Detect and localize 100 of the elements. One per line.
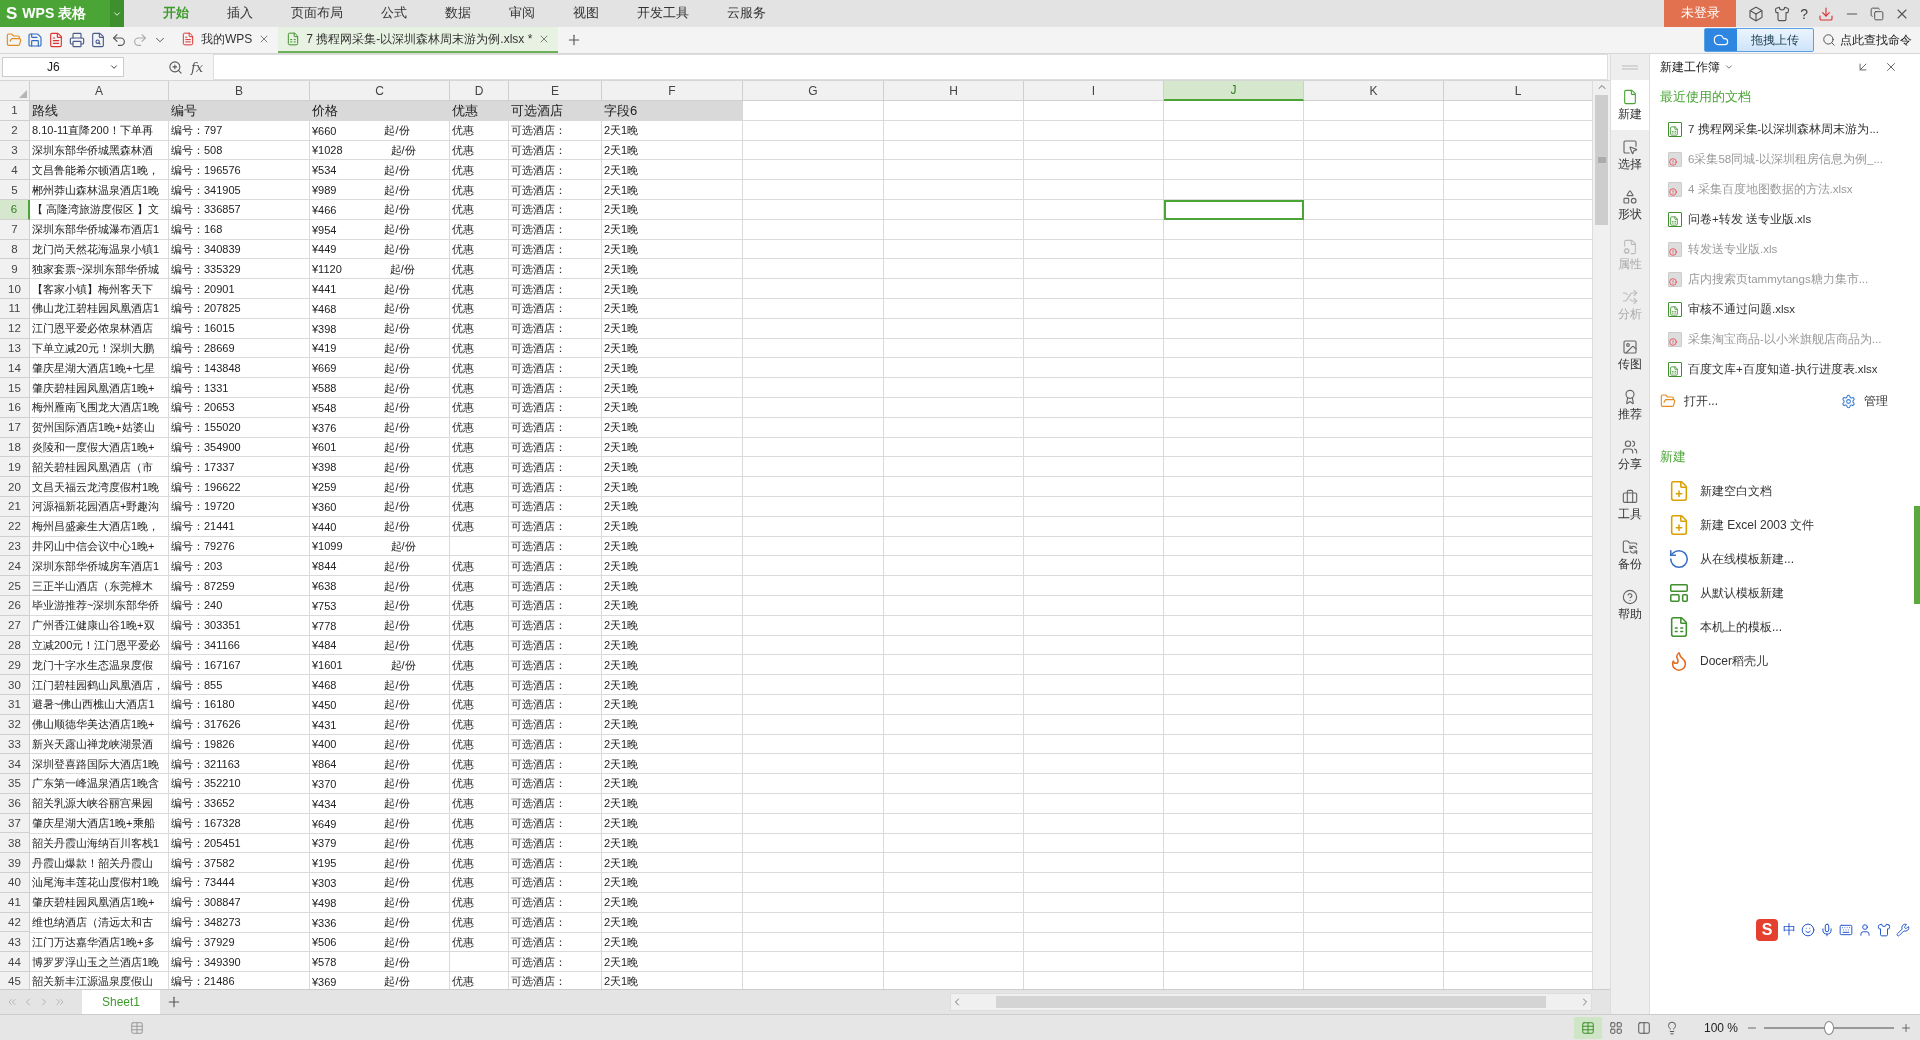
redo-icon[interactable] <box>132 32 148 48</box>
row-number[interactable]: 38 <box>0 833 30 854</box>
row-number[interactable]: 4 <box>0 160 30 181</box>
panel-title[interactable]: 新建工作簿 <box>1660 58 1720 76</box>
select-all-corner[interactable] <box>0 81 30 101</box>
row-number[interactable]: 23 <box>0 536 30 557</box>
open-link[interactable]: 打开... <box>1660 392 1718 410</box>
wrench-icon[interactable] <box>1896 923 1910 937</box>
folder-icon[interactable] <box>6 32 22 48</box>
normal-view-button[interactable] <box>1573 1016 1602 1039</box>
row-number[interactable]: 15 <box>0 378 30 398</box>
row-number[interactable]: 13 <box>0 338 30 359</box>
row-number[interactable]: 1 <box>0 101 30 121</box>
document-tab[interactable]: 我的WPS <box>173 27 279 53</box>
smile-icon[interactable] <box>1801 923 1815 937</box>
row-number[interactable]: 19 <box>0 457 30 478</box>
row-number[interactable]: 22 <box>0 516 30 537</box>
user-icon[interactable] <box>1858 923 1872 937</box>
row-number[interactable]: 12 <box>0 318 30 339</box>
row-number[interactable]: 42 <box>0 912 30 933</box>
side-tool[interactable]: 备份 <box>1611 530 1649 580</box>
column-header[interactable]: D <box>450 81 509 101</box>
row-number[interactable]: 32 <box>0 714 30 735</box>
row-number[interactable]: 31 <box>0 694 30 715</box>
row-number[interactable]: 29 <box>0 655 30 676</box>
row-number[interactable]: 8 <box>0 239 30 260</box>
formula-input[interactable] <box>213 54 1608 80</box>
column-header[interactable]: F <box>602 81 743 101</box>
row-number[interactable]: 14 <box>0 358 30 379</box>
row-number[interactable]: 45 <box>0 972 30 989</box>
ribbon-tab[interactable]: 审阅 <box>490 5 554 22</box>
recent-document[interactable]: 审核不通过问题.xlsx <box>1660 294 1908 324</box>
row-number[interactable]: 30 <box>0 675 30 695</box>
row-number[interactable]: 5 <box>0 180 30 200</box>
shirt-icon[interactable] <box>1877 923 1891 937</box>
sheet-tab[interactable]: Sheet1 <box>82 990 161 1014</box>
cube-icon[interactable] <box>1748 5 1765 22</box>
side-tool[interactable]: 传图 <box>1611 330 1649 380</box>
scroll-thumb[interactable] <box>1595 95 1608 225</box>
last-sheet-icon[interactable] <box>54 996 66 1008</box>
ime-logo[interactable]: S <box>1756 919 1778 941</box>
column-header[interactable]: A <box>30 81 169 101</box>
row-number[interactable]: 24 <box>0 556 30 577</box>
function-button[interactable]: fx <box>191 59 204 75</box>
row-number[interactable]: 26 <box>0 595 30 616</box>
column-header[interactable]: L <box>1444 81 1592 101</box>
ime-mode[interactable]: 中 <box>1783 921 1796 939</box>
ribbon-tab[interactable]: 插入 <box>208 5 272 22</box>
column-header[interactable]: J <box>1164 81 1304 101</box>
zoom-icon[interactable] <box>168 59 183 75</box>
row-number[interactable]: 2 <box>0 120 30 141</box>
ribbon-tab[interactable]: 公式 <box>362 5 426 22</box>
row-number[interactable]: 7 <box>0 219 30 240</box>
ribbon-tab[interactable]: 开发工具 <box>618 5 708 22</box>
new-document-option[interactable]: 本机上的模板... <box>1660 610 1908 644</box>
side-tool[interactable]: 推荐 <box>1611 380 1649 430</box>
search-icon[interactable] <box>1822 33 1836 47</box>
column-header[interactable]: H <box>884 81 1024 101</box>
shirt-icon[interactable] <box>1774 5 1791 22</box>
row-number[interactable]: 41 <box>0 892 30 913</box>
row-number[interactable]: 6 <box>0 200 30 220</box>
new-document-option[interactable]: 从在线模板新建... <box>1660 542 1908 576</box>
microphone-icon[interactable] <box>1820 923 1834 937</box>
print-icon[interactable] <box>69 32 85 48</box>
ribbon-tab[interactable]: 云服务 <box>708 5 785 22</box>
side-tool[interactable]: 选择 <box>1611 130 1649 180</box>
zoom-in-icon[interactable] <box>1900 1021 1912 1034</box>
new-document-option[interactable]: 新建空白文档 <box>1660 474 1908 508</box>
column-header[interactable]: C <box>310 81 450 101</box>
zoom-slider-thumb[interactable] <box>1824 1020 1834 1035</box>
undo-icon[interactable] <box>111 32 127 48</box>
row-number[interactable]: 20 <box>0 477 30 497</box>
caret-icon[interactable] <box>1724 62 1734 72</box>
recent-document[interactable]: 7 携程网采集-以深圳森林周末游为... <box>1660 114 1908 144</box>
save-icon[interactable] <box>27 32 43 48</box>
name-box[interactable]: J6 <box>2 57 124 77</box>
row-number[interactable]: 36 <box>0 793 30 814</box>
column-header[interactable]: B <box>169 81 310 101</box>
row-number[interactable]: 17 <box>0 417 30 438</box>
column-header[interactable]: G <box>743 81 884 101</box>
column-header[interactable]: E <box>509 81 602 101</box>
ribbon-tab[interactable]: 页面布局 <box>272 5 362 22</box>
new-document-option[interactable]: Docer稻壳儿 <box>1660 644 1908 678</box>
keyboard-icon[interactable] <box>1839 923 1853 937</box>
restore-icon[interactable] <box>1870 6 1884 21</box>
document-tab[interactable]: 7 携程网采集-以深圳森林周末游为例.xlsx * <box>278 27 559 53</box>
row-number[interactable]: 9 <box>0 259 30 280</box>
help-button[interactable]: ? <box>1800 5 1808 22</box>
side-tool[interactable]: 工具 <box>1611 480 1649 530</box>
side-tool[interactable]: 形状 <box>1611 180 1649 230</box>
row-number[interactable]: 25 <box>0 576 30 596</box>
row-number[interactable]: 11 <box>0 298 30 319</box>
row-number[interactable]: 3 <box>0 140 30 161</box>
cell-cursor[interactable] <box>1164 200 1304 220</box>
row-number[interactable]: 37 <box>0 813 30 834</box>
row-number[interactable]: 43 <box>0 932 30 953</box>
pdf-icon[interactable] <box>48 32 64 48</box>
close-icon[interactable] <box>1884 60 1898 74</box>
row-number[interactable]: 34 <box>0 754 30 775</box>
column-header[interactable]: K <box>1304 81 1444 101</box>
